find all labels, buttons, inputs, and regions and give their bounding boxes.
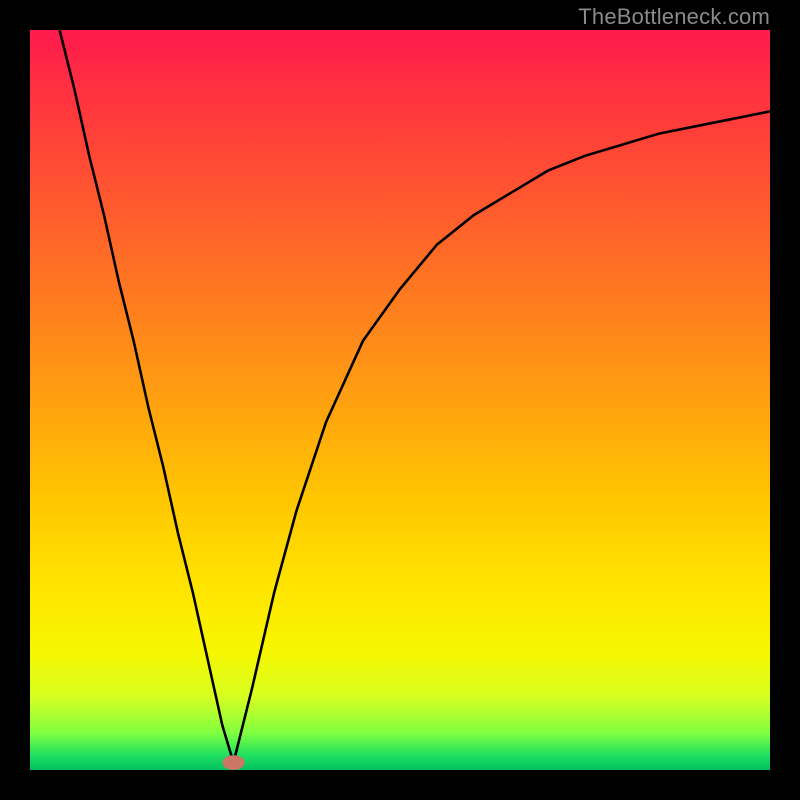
curve-svg — [30, 30, 770, 770]
curve-left-branch — [60, 30, 234, 763]
chart-frame: TheBottleneck.com — [0, 0, 800, 800]
min-marker — [222, 755, 244, 770]
curve-right-branch — [234, 111, 771, 762]
watermark-text: TheBottleneck.com — [578, 4, 770, 30]
plot-area — [30, 30, 770, 770]
